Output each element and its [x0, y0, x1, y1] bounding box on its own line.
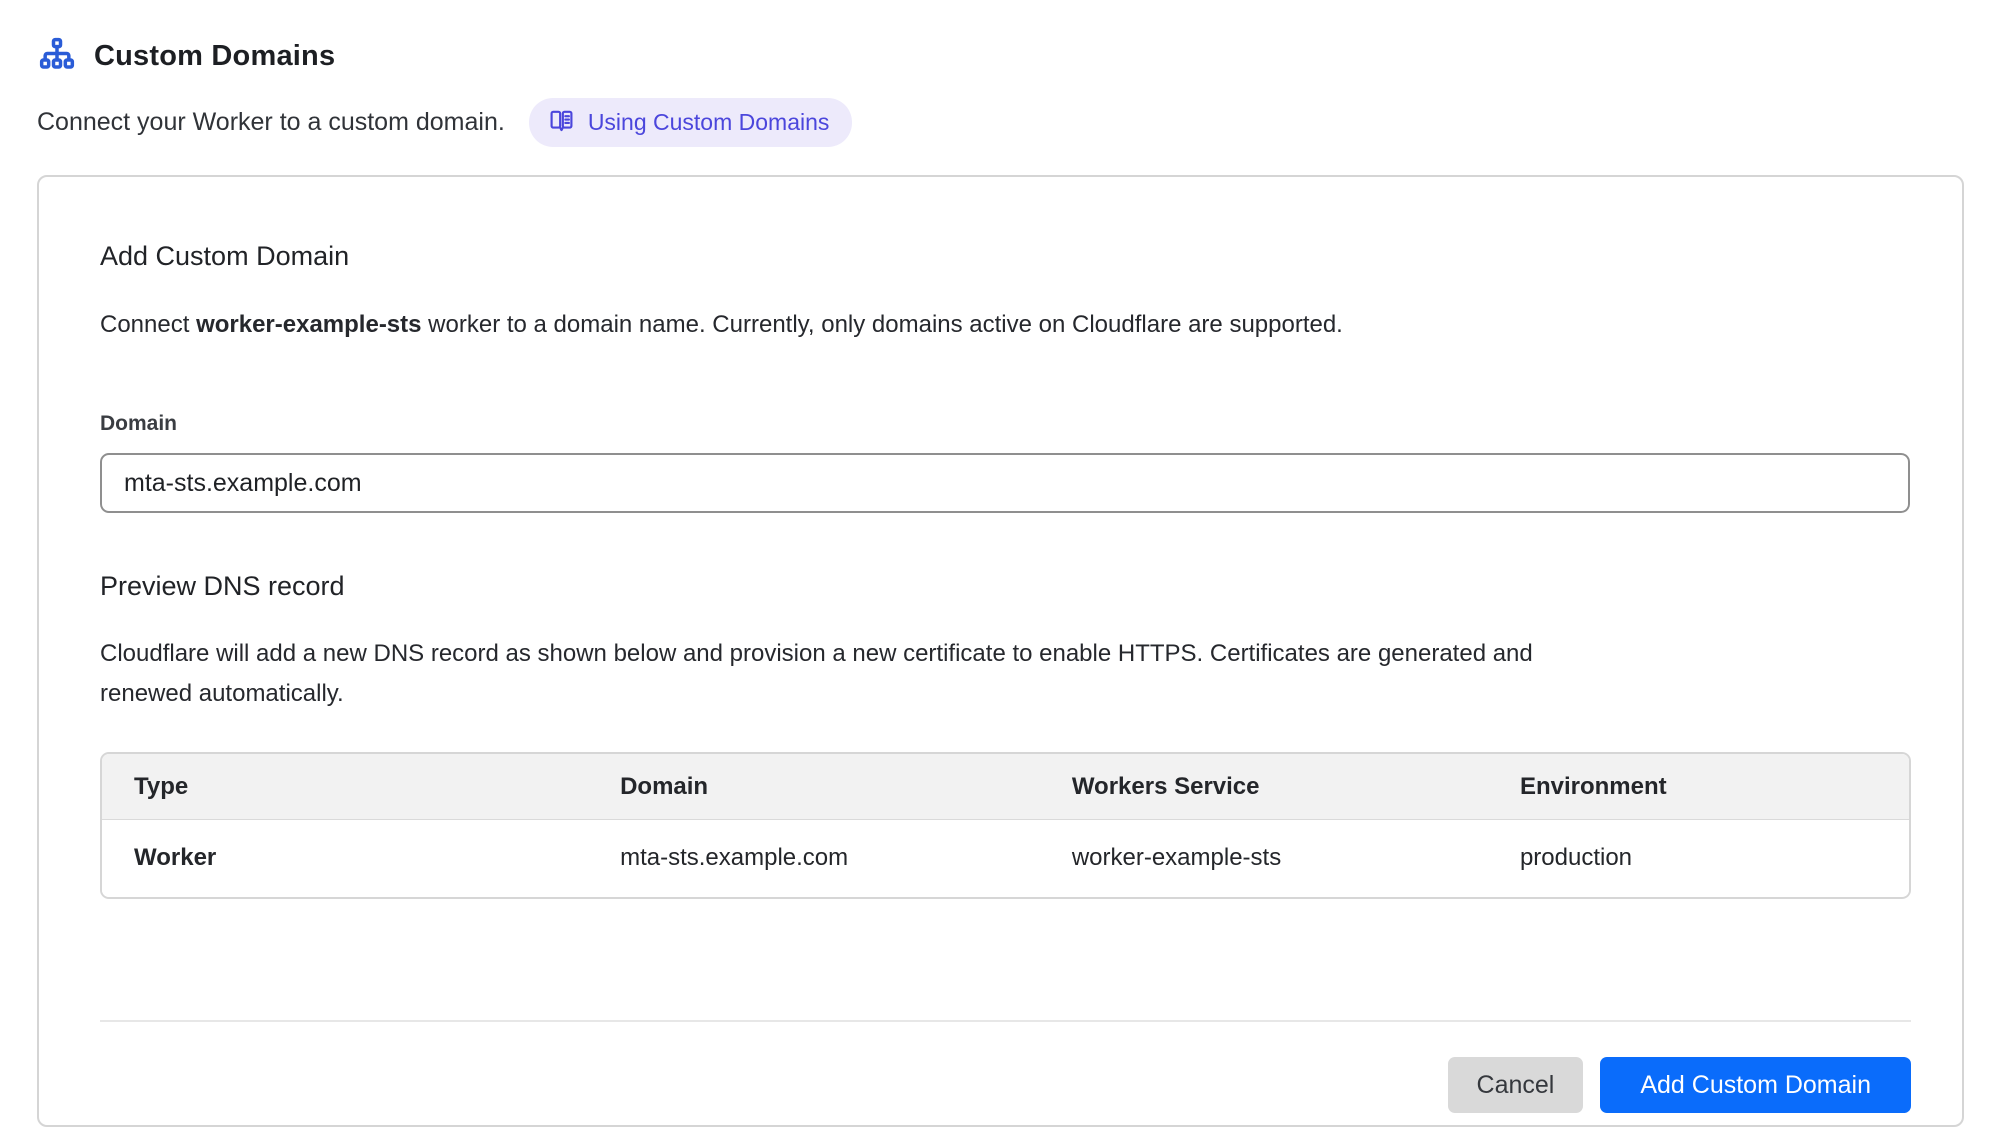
page-header: Custom Domains [37, 36, 1962, 76]
preview-dns-description: Cloudflare will add a new DNS record as … [100, 634, 1550, 714]
description-prefix: Connect [100, 311, 196, 338]
page-subtitle: Connect your Worker to a custom domain. [37, 108, 505, 137]
domain-field-label: Domain [100, 412, 1904, 436]
open-book-icon [548, 107, 575, 137]
dns-preview-table: Type Domain Workers Service Environment … [100, 752, 1911, 899]
doc-link-label: Using Custom Domains [588, 109, 830, 136]
table-row: Worker mta-sts.example.com worker-exampl… [102, 820, 1909, 898]
add-custom-domain-card: Add Custom Domain Connect worker-example… [37, 175, 1964, 1127]
footer-divider [100, 1020, 1911, 1022]
description-suffix: worker to a domain name. Currently, only… [422, 311, 1343, 338]
sitemap-icon [37, 36, 77, 76]
page-subtitle-row: Connect your Worker to a custom domain. … [37, 98, 1962, 147]
table-header-row: Type Domain Workers Service Environment [102, 754, 1909, 820]
card-heading: Add Custom Domain [100, 241, 1904, 272]
preview-dns-heading: Preview DNS record [100, 571, 1904, 602]
column-header-workers-service: Workers Service [1040, 754, 1488, 820]
page-title: Custom Domains [94, 40, 335, 73]
column-header-environment: Environment [1488, 754, 1909, 820]
cell-environment: production [1488, 820, 1909, 898]
custom-domains-page: Custom Domains Connect your Worker to a … [0, 0, 1999, 1127]
worker-name: worker-example-sts [196, 311, 421, 338]
cell-domain: mta-sts.example.com [588, 820, 1040, 898]
card-description: Connect worker-example-sts worker to a d… [100, 311, 1904, 339]
card-actions: Cancel Add Custom Domain [100, 1057, 1911, 1113]
cell-workers-service: worker-example-sts [1040, 820, 1488, 898]
column-header-domain: Domain [588, 754, 1040, 820]
cancel-button[interactable]: Cancel [1448, 1057, 1584, 1113]
column-header-type: Type [102, 754, 588, 820]
cell-type: Worker [102, 820, 588, 898]
add-custom-domain-button[interactable]: Add Custom Domain [1600, 1057, 1911, 1113]
using-custom-domains-link[interactable]: Using Custom Domains [529, 98, 853, 147]
domain-input[interactable] [100, 453, 1910, 513]
